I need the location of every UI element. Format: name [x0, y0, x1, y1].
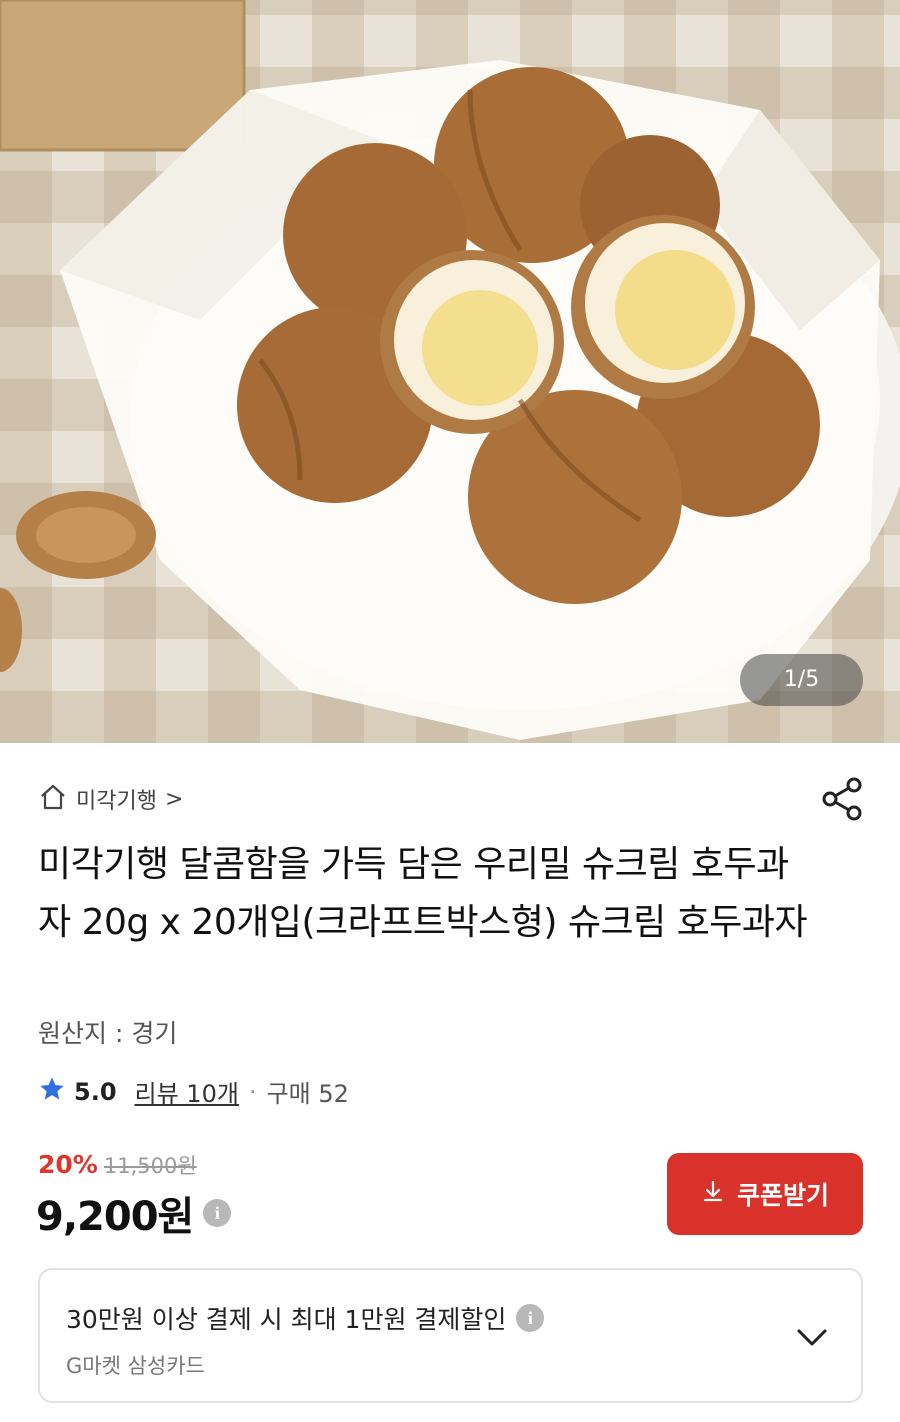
- chevron-down-icon[interactable]: [795, 1322, 829, 1352]
- final-price: 9,200원: [36, 1194, 194, 1240]
- coupon-button-label: 쿠폰받기: [736, 1182, 829, 1210]
- separator-dot: ·: [248, 1077, 257, 1106]
- purchase-count: 구매 52: [266, 1080, 349, 1108]
- download-icon: [701, 1179, 725, 1210]
- store-name: 미각기행: [76, 789, 157, 814]
- store-link[interactable]: 미각기행 >: [38, 782, 183, 816]
- price-row: 9,200원 i: [36, 1184, 232, 1242]
- price-info-icon[interactable]: i: [203, 1199, 232, 1227]
- rating-score: 5.0: [74, 1077, 117, 1106]
- product-photo: [0, 0, 900, 740]
- review-count-link[interactable]: 리뷰 10개: [135, 1074, 239, 1109]
- promo-line: 30만원 이상 결제 시 최대 1만원 결제할인 i: [66, 1300, 545, 1336]
- promo-info-icon[interactable]: i: [516, 1304, 545, 1332]
- rating-row: 5.0 리뷰 10개 · 구매 52: [38, 1074, 349, 1109]
- product-image-carousel[interactable]: 1/5: [0, 0, 900, 743]
- product-origin: 원산지 : 경기: [38, 1019, 178, 1048]
- discount-row: 20% 11,500원: [38, 1150, 197, 1180]
- original-price: 11,500원: [103, 1154, 197, 1178]
- home-icon: [38, 782, 68, 816]
- share-icon[interactable]: [818, 774, 868, 824]
- image-counter: 1/5: [740, 654, 863, 706]
- star-icon: [38, 1075, 66, 1109]
- promo-text: 30만원 이상 결제 시 최대 1만원 결제할인: [66, 1305, 507, 1334]
- store-chevron: >: [164, 786, 184, 812]
- card-promo-panel[interactable]: 30만원 이상 결제 시 최대 1만원 결제할인 i G마켓 삼성카드: [38, 1268, 863, 1403]
- promo-card-name: G마켓 삼성카드: [66, 1354, 205, 1378]
- coupon-button[interactable]: 쿠폰받기: [667, 1153, 863, 1235]
- product-title: 미각기행 달콤함을 가득 담은 우리밀 슈크림 호두과자 20g x 20개입(…: [38, 844, 808, 943]
- discount-rate: 20%: [38, 1150, 98, 1179]
